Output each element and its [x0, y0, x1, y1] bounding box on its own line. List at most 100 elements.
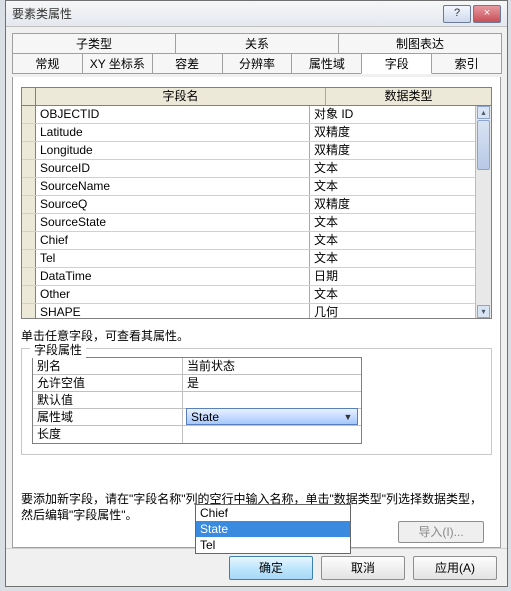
scroll-up-icon[interactable]: ▴	[477, 106, 490, 119]
property-row: 别名当前状态	[33, 358, 361, 375]
combo-value: State	[191, 409, 341, 425]
field-type-cell[interactable]: 文本	[310, 286, 475, 303]
field-name-cell[interactable]: SHAPE	[36, 304, 310, 318]
property-value[interactable]	[183, 426, 361, 443]
property-label: 默认值	[33, 392, 183, 408]
field-type-cell[interactable]: 双精度	[310, 142, 475, 159]
row-header[interactable]	[22, 232, 36, 249]
hint-text: 单击任意字段，可查看其属性。	[21, 327, 492, 344]
field-properties-grid: 别名当前状态允许空值是默认值属性域State▼长度	[32, 357, 362, 444]
tab-索引[interactable]: 索引	[431, 53, 502, 74]
table-row[interactable]: Tel文本	[22, 250, 475, 268]
tab-子类型[interactable]: 子类型	[12, 33, 176, 54]
close-button[interactable]: ×	[473, 5, 501, 23]
table-row[interactable]: OBJECTID对象 ID	[22, 106, 475, 124]
property-label: 长度	[33, 426, 183, 443]
field-name-cell[interactable]: Longitude	[36, 142, 310, 159]
field-name-cell[interactable]: DataTime	[36, 268, 310, 285]
field-name-cell[interactable]: Tel	[36, 250, 310, 267]
import-button[interactable]: 导入(I)...	[398, 521, 484, 543]
tab-关系[interactable]: 关系	[175, 33, 339, 54]
property-value[interactable]	[183, 392, 361, 408]
property-row: 默认值	[33, 392, 361, 409]
domain-dropdown-list[interactable]: ChiefStateTel	[195, 504, 351, 554]
tab-strip: 子类型关系制图表达 常规XY 坐标系容差分辨率属性域字段索引	[12, 33, 501, 77]
field-type-cell[interactable]: 日期	[310, 268, 475, 285]
tab-制图表达[interactable]: 制图表达	[338, 33, 502, 54]
scroll-thumb[interactable]	[477, 120, 490, 170]
property-value[interactable]: 是	[183, 375, 361, 391]
table-row[interactable]: Other文本	[22, 286, 475, 304]
row-header[interactable]	[22, 196, 36, 213]
dropdown-option[interactable]: Chief	[196, 505, 350, 521]
help-button[interactable]: ?	[443, 5, 471, 23]
domain-combo[interactable]: State▼	[186, 408, 358, 425]
row-header[interactable]	[22, 160, 36, 177]
table-row[interactable]: SourceName文本	[22, 178, 475, 196]
field-type-cell[interactable]: 文本	[310, 232, 475, 249]
tab-page-fields: 字段名 数据类型 OBJECTID对象 IDLatitude双精度Longitu…	[12, 77, 501, 548]
tab-XY 坐标系[interactable]: XY 坐标系	[82, 53, 153, 74]
field-name-cell[interactable]: SourceState	[36, 214, 310, 231]
row-header[interactable]	[22, 268, 36, 285]
field-type-cell[interactable]: 几何	[310, 304, 475, 318]
tab-常规[interactable]: 常规	[12, 53, 83, 74]
field-name-cell[interactable]: SourceName	[36, 178, 310, 195]
row-header[interactable]	[22, 304, 36, 318]
row-header[interactable]	[22, 286, 36, 303]
property-row: 允许空值是	[33, 375, 361, 392]
field-type-cell[interactable]: 文本	[310, 250, 475, 267]
chevron-down-icon[interactable]: ▼	[341, 409, 355, 425]
field-name-cell[interactable]: Other	[36, 286, 310, 303]
property-label: 别名	[33, 358, 183, 374]
fields-table: 字段名 数据类型 OBJECTID对象 IDLatitude双精度Longitu…	[21, 87, 492, 319]
window-title: 要素类属性	[12, 5, 443, 22]
group-title: 字段属性	[30, 341, 86, 358]
table-row[interactable]: SourceQ双精度	[22, 196, 475, 214]
property-value[interactable]: 当前状态	[183, 358, 361, 374]
row-header[interactable]	[22, 124, 36, 141]
field-name-cell[interactable]: Chief	[36, 232, 310, 249]
field-type-cell[interactable]: 文本	[310, 178, 475, 195]
tab-分辨率[interactable]: 分辨率	[222, 53, 293, 74]
table-row[interactable]: Longitude双精度	[22, 142, 475, 160]
cancel-button[interactable]: 取消	[321, 556, 405, 580]
tab-字段[interactable]: 字段	[361, 53, 432, 74]
scroll-down-icon[interactable]: ▾	[477, 305, 490, 318]
property-value[interactable]: State▼	[183, 409, 361, 425]
dropdown-option[interactable]: Tel	[196, 537, 350, 553]
col-header-type[interactable]: 数据类型	[326, 88, 491, 105]
field-type-cell[interactable]: 文本	[310, 214, 475, 231]
row-header[interactable]	[22, 178, 36, 195]
row-header[interactable]	[22, 142, 36, 159]
tab-属性域[interactable]: 属性域	[291, 53, 362, 74]
row-header[interactable]	[22, 106, 36, 123]
apply-button[interactable]: 应用(A)	[413, 556, 497, 580]
field-type-cell[interactable]: 双精度	[310, 196, 475, 213]
tab-容差[interactable]: 容差	[152, 53, 223, 74]
field-type-cell[interactable]: 文本	[310, 160, 475, 177]
field-type-cell[interactable]: 双精度	[310, 124, 475, 141]
dropdown-option[interactable]: State	[196, 521, 350, 537]
field-properties-group: 字段属性 别名当前状态允许空值是默认值属性域State▼长度	[21, 348, 492, 455]
field-name-cell[interactable]: OBJECTID	[36, 106, 310, 123]
row-header[interactable]	[22, 250, 36, 267]
col-header-name[interactable]: 字段名	[36, 88, 326, 105]
table-row[interactable]: SourceID文本	[22, 160, 475, 178]
table-row[interactable]: Latitude双精度	[22, 124, 475, 142]
table-row[interactable]: DataTime日期	[22, 268, 475, 286]
ok-button[interactable]: 确定	[229, 556, 313, 580]
table-row[interactable]: SourceState文本	[22, 214, 475, 232]
field-name-cell[interactable]: SourceID	[36, 160, 310, 177]
property-row: 长度	[33, 426, 361, 443]
row-header[interactable]	[22, 214, 36, 231]
titlebar: 要素类属性 ? ×	[6, 1, 507, 27]
row-header-corner	[22, 88, 36, 105]
field-name-cell[interactable]: SourceQ	[36, 196, 310, 213]
fields-scrollbar[interactable]: ▴ ▾	[475, 106, 491, 318]
property-label: 属性域	[33, 409, 183, 425]
field-type-cell[interactable]: 对象 ID	[310, 106, 475, 123]
table-row[interactable]: Chief文本	[22, 232, 475, 250]
field-name-cell[interactable]: Latitude	[36, 124, 310, 141]
table-row[interactable]: SHAPE几何	[22, 304, 475, 318]
